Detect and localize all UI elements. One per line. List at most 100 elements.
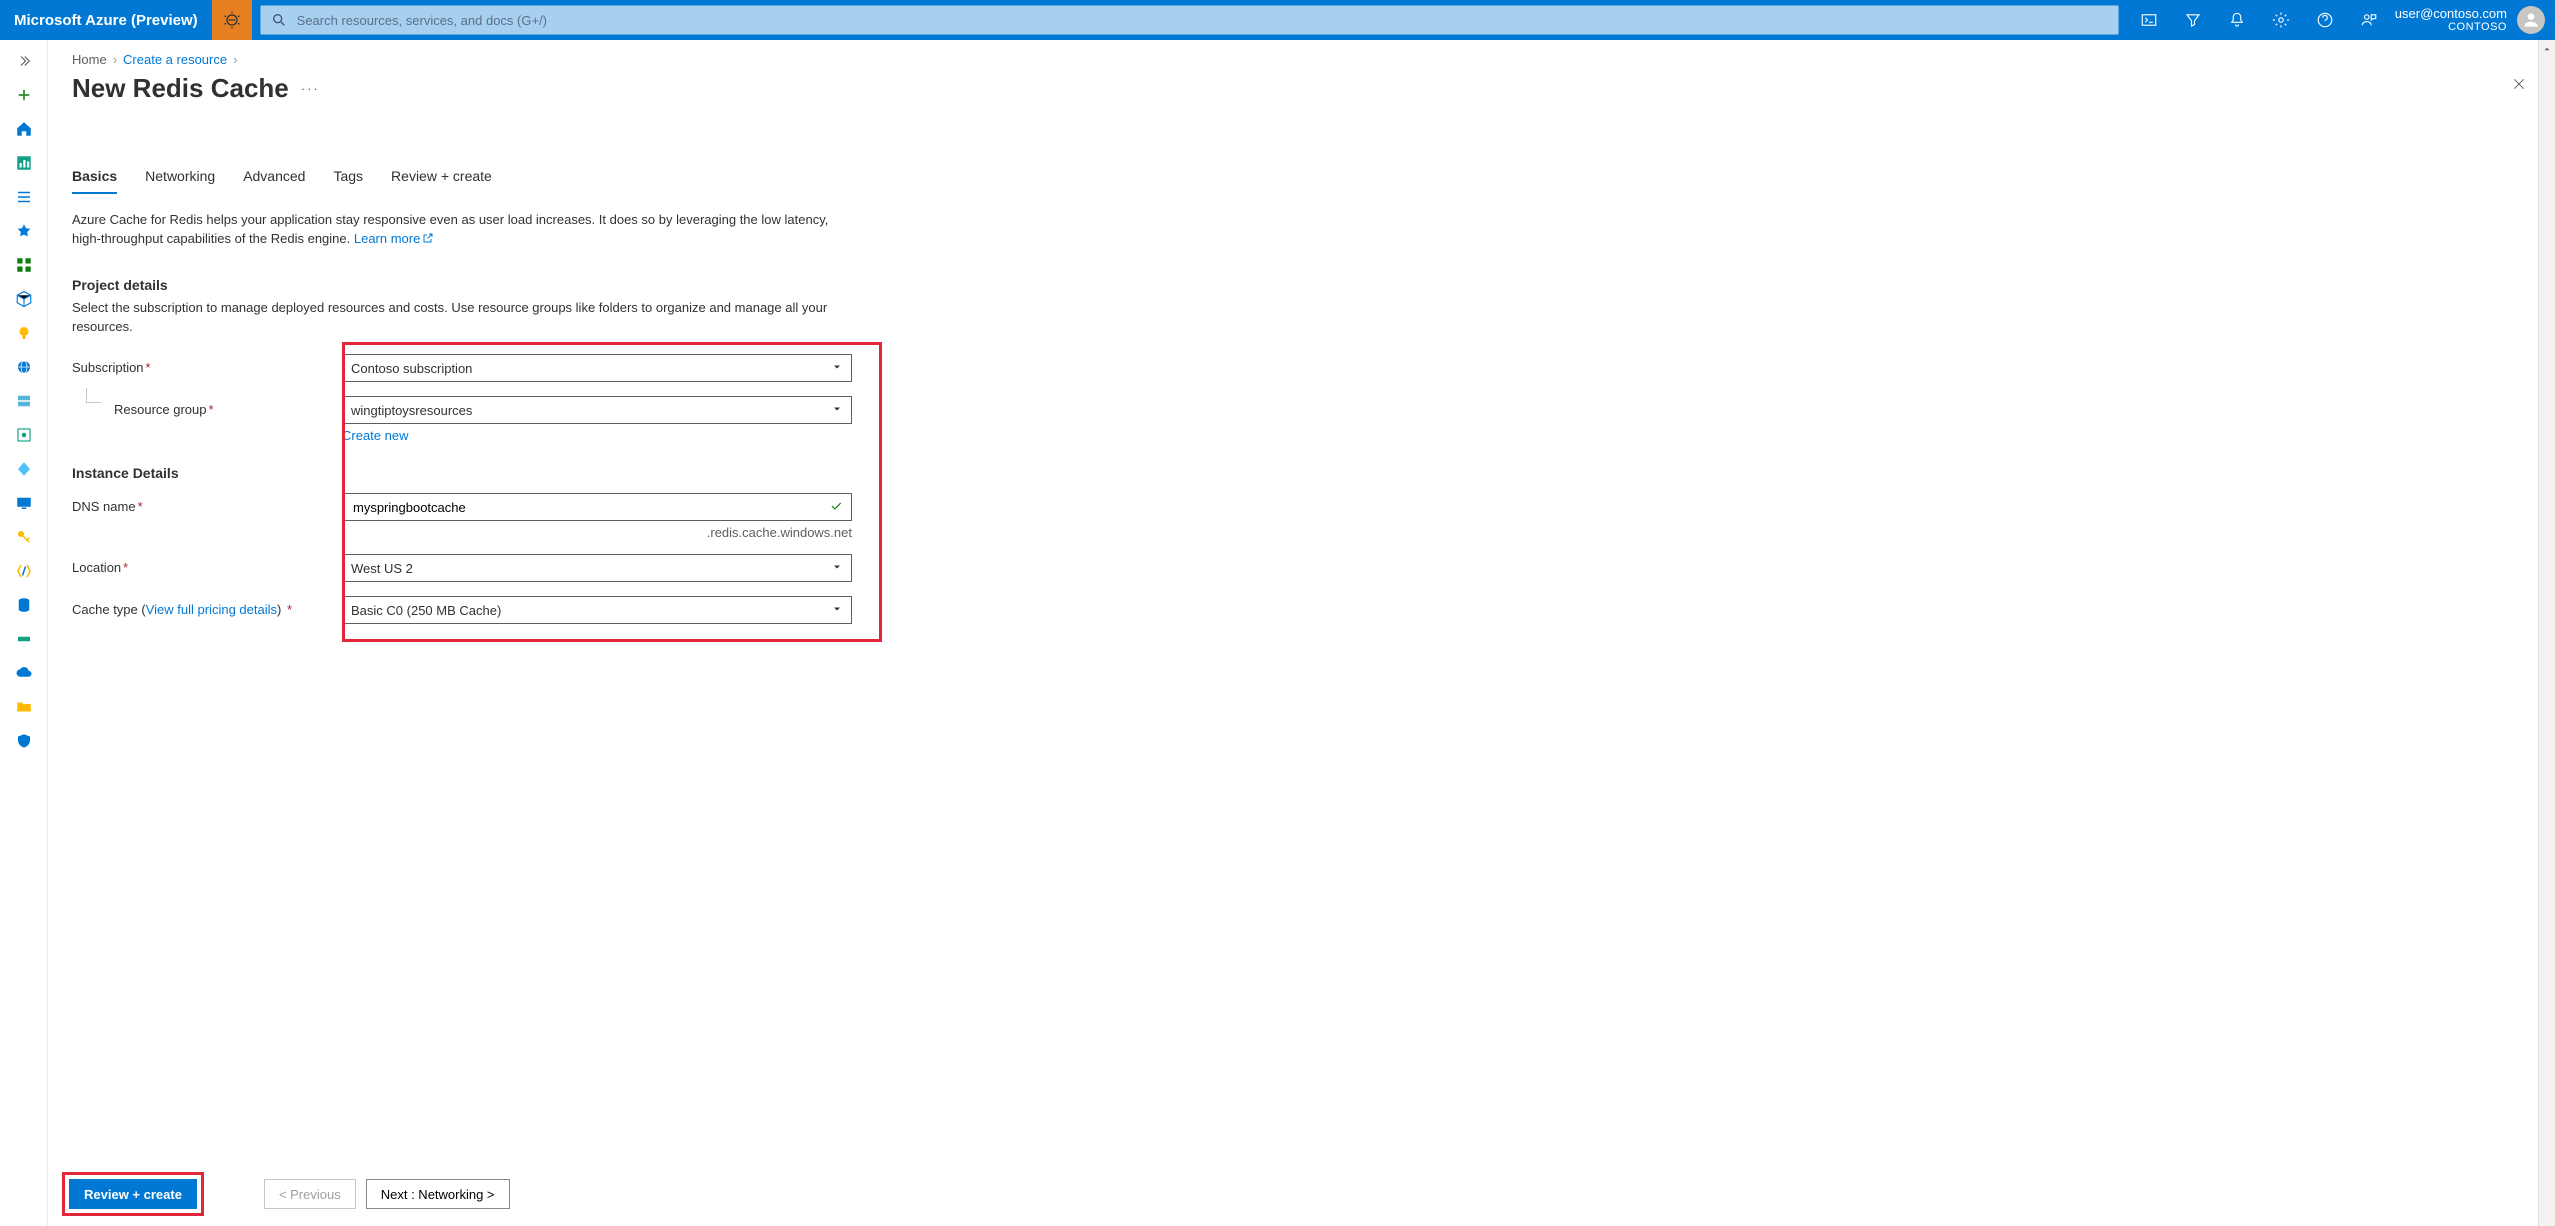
main-content: Home › Create a resource › New Redis Cac… bbox=[48, 40, 2555, 1226]
nav-resource-11[interactable] bbox=[4, 622, 44, 656]
cube-icon bbox=[15, 290, 33, 308]
notifications-button[interactable] bbox=[2215, 0, 2259, 40]
page-title: New Redis Cache bbox=[72, 73, 289, 104]
subscription-dropdown[interactable]: Contoso subscription bbox=[342, 354, 852, 382]
home-icon bbox=[15, 120, 33, 138]
learn-more-link[interactable]: Learn more bbox=[354, 231, 434, 246]
directory-filter-button[interactable] bbox=[2171, 0, 2215, 40]
chevron-down-icon bbox=[831, 403, 843, 418]
resource-group-dropdown[interactable]: wingtiptoysresources bbox=[342, 396, 852, 424]
chevron-down-icon bbox=[831, 361, 843, 376]
feedback-button[interactable] bbox=[2347, 0, 2391, 40]
dns-name-input[interactable] bbox=[351, 499, 829, 516]
breadcrumb-home[interactable]: Home bbox=[72, 52, 107, 67]
bug-report-button[interactable] bbox=[212, 0, 252, 40]
avatar-icon bbox=[2521, 10, 2541, 30]
breadcrumb-create[interactable]: Create a resource bbox=[123, 52, 227, 67]
wizard-footer: Review + create < Previous Next : Networ… bbox=[62, 1172, 2531, 1216]
global-search[interactable] bbox=[260, 5, 2119, 35]
tab-advanced[interactable]: Advanced bbox=[243, 164, 305, 194]
nav-dashboard-button[interactable] bbox=[4, 146, 44, 180]
server-icon bbox=[15, 392, 33, 410]
nav-resource-3[interactable] bbox=[4, 350, 44, 384]
intro-body: Azure Cache for Redis helps your applica… bbox=[72, 212, 828, 246]
nav-resource-10[interactable] bbox=[4, 588, 44, 622]
checkmark-icon bbox=[829, 499, 843, 516]
subscription-value: Contoso subscription bbox=[351, 361, 472, 376]
cache-type-label: Cache type (View full pricing details) * bbox=[72, 596, 342, 617]
nav-resource-5[interactable] bbox=[4, 418, 44, 452]
cache-type-dropdown[interactable]: Basic C0 (250 MB Cache) bbox=[342, 596, 852, 624]
nav-resource-4[interactable] bbox=[4, 384, 44, 418]
chevron-right-icon: › bbox=[233, 52, 237, 67]
bell-icon bbox=[2228, 11, 2246, 29]
nav-resource-8[interactable] bbox=[4, 520, 44, 554]
chevron-down-icon bbox=[831, 603, 843, 618]
location-label: Location* bbox=[72, 554, 342, 575]
account-info[interactable]: user@contoso.com CONTOSO bbox=[2391, 6, 2517, 35]
previous-button: < Previous bbox=[264, 1179, 356, 1209]
diamond-icon bbox=[15, 460, 33, 478]
nav-resource-1[interactable] bbox=[4, 282, 44, 316]
tab-basics[interactable]: Basics bbox=[72, 164, 117, 194]
database-icon bbox=[15, 596, 33, 614]
tab-tags[interactable]: Tags bbox=[333, 164, 363, 194]
dns-name-label: DNS name* bbox=[72, 493, 342, 514]
nav-resource-9[interactable] bbox=[4, 554, 44, 588]
help-icon bbox=[2316, 11, 2334, 29]
top-right-icons bbox=[2127, 0, 2391, 40]
nav-list-button[interactable] bbox=[4, 180, 44, 214]
create-new-rg-link[interactable]: Create new bbox=[342, 428, 408, 443]
review-create-button[interactable]: Review + create bbox=[69, 1179, 197, 1209]
nav-favorites-button[interactable] bbox=[4, 214, 44, 248]
nav-resource-2[interactable] bbox=[4, 316, 44, 350]
nav-resource-14[interactable] bbox=[4, 724, 44, 758]
gear-icon bbox=[2272, 11, 2290, 29]
folder-icon bbox=[15, 698, 33, 716]
breadcrumb: Home › Create a resource › bbox=[72, 52, 2531, 67]
tab-networking[interactable]: Networking bbox=[145, 164, 215, 194]
globe-icon bbox=[15, 358, 33, 376]
nav-resource-13[interactable] bbox=[4, 690, 44, 724]
nav-resource-12[interactable] bbox=[4, 656, 44, 690]
nav-resource-7[interactable] bbox=[4, 486, 44, 520]
tab-review-create[interactable]: Review + create bbox=[391, 164, 492, 194]
close-blade-button[interactable] bbox=[2511, 76, 2531, 96]
instance-details-header: Instance Details bbox=[72, 465, 2531, 481]
account-avatar[interactable] bbox=[2517, 6, 2545, 34]
nav-create-button[interactable] bbox=[4, 78, 44, 112]
scroll-up-arrow-icon bbox=[2539, 40, 2555, 57]
next-button[interactable]: Next : Networking > bbox=[366, 1179, 510, 1209]
annotation-box-review-button: Review + create bbox=[62, 1172, 204, 1216]
intro-text: Azure Cache for Redis helps your applica… bbox=[72, 211, 832, 249]
nav-resource-6[interactable] bbox=[4, 452, 44, 486]
project-details-header: Project details bbox=[72, 277, 2531, 293]
location-dropdown[interactable]: West US 2 bbox=[342, 554, 852, 582]
cloud-shell-button[interactable] bbox=[2127, 0, 2171, 40]
filter-icon bbox=[2184, 11, 2202, 29]
search-input[interactable] bbox=[295, 12, 2108, 29]
search-icon bbox=[271, 12, 287, 28]
brand-title[interactable]: Microsoft Azure (Preview) bbox=[0, 12, 212, 29]
settings-button[interactable] bbox=[2259, 0, 2303, 40]
person-feedback-icon bbox=[2360, 11, 2378, 29]
tag-icon bbox=[15, 630, 33, 648]
nav-all-services-button[interactable] bbox=[4, 248, 44, 282]
left-nav bbox=[0, 40, 48, 1226]
cache-type-value: Basic C0 (250 MB Cache) bbox=[351, 603, 501, 618]
pricing-details-link[interactable]: View full pricing details bbox=[146, 602, 277, 617]
resource-group-value: wingtiptoysresources bbox=[351, 403, 472, 418]
nav-home-button[interactable] bbox=[4, 112, 44, 146]
scrollbar[interactable] bbox=[2538, 40, 2555, 1226]
account-tenant: CONTOSO bbox=[2395, 21, 2507, 34]
create-wizard-tabs: Basics Networking Advanced Tags Review +… bbox=[72, 164, 2531, 195]
cloud-icon bbox=[15, 664, 33, 682]
cloud-shell-icon bbox=[2140, 11, 2158, 29]
more-actions-button[interactable]: ··· bbox=[301, 81, 320, 96]
help-button[interactable] bbox=[2303, 0, 2347, 40]
nav-expand-button[interactable] bbox=[4, 44, 44, 78]
grid-icon bbox=[15, 256, 33, 274]
key-icon bbox=[15, 528, 33, 546]
function-icon bbox=[15, 562, 33, 580]
shield-icon bbox=[15, 732, 33, 750]
